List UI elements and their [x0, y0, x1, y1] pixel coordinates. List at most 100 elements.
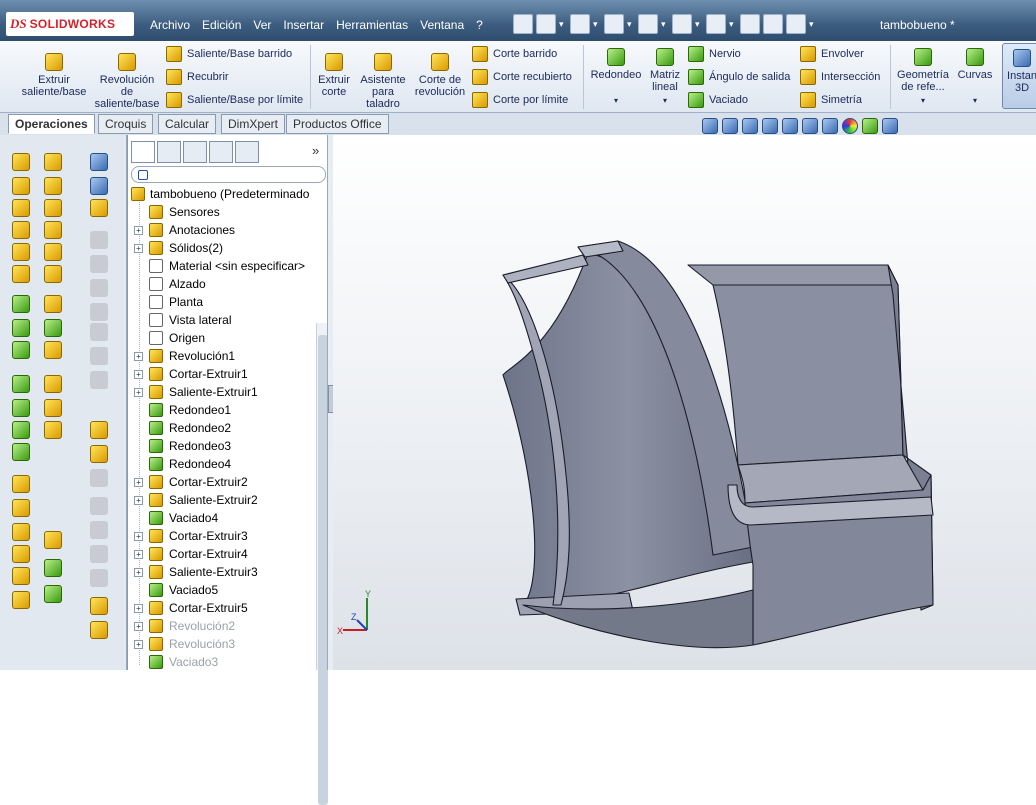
flex-icon[interactable]: [12, 545, 30, 563]
tree-item[interactable]: Material <sin especificar>: [128, 257, 314, 275]
solidworks-logo[interactable]: DS SOLIDWORKS: [6, 12, 134, 36]
new-document-icon[interactable]: [536, 14, 556, 34]
view-orientation-icon[interactable]: [782, 118, 798, 134]
chevron-down-icon[interactable]: ▾: [729, 19, 737, 30]
trim-surface-icon[interactable]: [44, 375, 62, 393]
menu-archivo[interactable]: Archivo: [144, 16, 196, 34]
boundary-boss-button[interactable]: Saliente/Base por límite: [166, 92, 303, 108]
tree-item[interactable]: Alzado: [128, 275, 314, 293]
extruded-cut-button[interactable]: Extruir corte: [314, 53, 354, 98]
reference-geometry-button[interactable]: Geometría de refe... ▾: [894, 48, 952, 107]
tree-item[interactable]: Vaciado4: [128, 509, 314, 527]
curves-button[interactable]: Curvas ▾: [954, 48, 996, 107]
expand-icon[interactable]: +: [134, 370, 143, 379]
draft-icon[interactable]: [12, 421, 30, 439]
lofted-boss-button[interactable]: Recubrir: [166, 69, 229, 85]
knit-surface-icon[interactable]: [44, 319, 62, 337]
instant3d-button[interactable]: Instan 3D: [1002, 43, 1036, 109]
tree-root[interactable]: tambobueno (Predeterminado: [128, 185, 314, 203]
replace-face-icon[interactable]: [44, 421, 62, 439]
tree-item[interactable]: + Cortar-Extruir3: [128, 527, 314, 545]
expand-icon[interactable]: +: [134, 622, 143, 631]
hole-wizard-button[interactable]: Asistente para taladro: [358, 53, 408, 110]
tab-calcular[interactable]: Calcular: [158, 114, 217, 134]
move-body-icon[interactable]: [12, 523, 30, 541]
previous-view-icon[interactable]: [742, 118, 758, 134]
tree-item[interactable]: Redondeo3: [128, 437, 314, 455]
wrap-button[interactable]: Envolver: [800, 46, 864, 62]
tree-item[interactable]: Redondeo1: [128, 401, 314, 419]
configuration-manager-tab-icon[interactable]: [183, 141, 207, 163]
planar-surface-icon[interactable]: [44, 243, 62, 261]
expand-icon[interactable]: +: [134, 550, 143, 559]
tree-item[interactable]: + Revolución2: [128, 617, 314, 635]
print-icon[interactable]: [638, 14, 658, 34]
tree-item[interactable]: + Sólidos(2): [128, 239, 314, 257]
hide-show-items-icon[interactable]: [822, 118, 838, 134]
draft-button[interactable]: Ángulo de salida: [688, 69, 790, 85]
expand-panel-icon[interactable]: »: [312, 143, 319, 158]
zoom-to-fit-icon[interactable]: [702, 118, 718, 134]
edit-appearance-icon[interactable]: [842, 118, 858, 134]
tree-item[interactable]: Vaciado5: [128, 581, 314, 599]
save-icon[interactable]: [604, 14, 624, 34]
tree-item[interactable]: + Saliente-Extruir2: [128, 491, 314, 509]
pattern-icon[interactable]: [12, 341, 30, 359]
options-icon[interactable]: [786, 14, 806, 34]
surface-loft-icon[interactable]: [44, 221, 62, 239]
menu-insertar[interactable]: Insertar: [277, 16, 330, 34]
view-rotate-icon[interactable]: [90, 199, 108, 217]
rib-button[interactable]: Nervio: [688, 46, 741, 62]
cut-with-surface-icon[interactable]: [44, 531, 62, 549]
linear-pattern-button[interactable]: Matriz lineal ▾: [646, 48, 684, 107]
rib-icon[interactable]: [12, 399, 30, 417]
dimxpert-manager-tab-icon[interactable]: [209, 141, 233, 163]
view-settings-icon[interactable]: [882, 118, 898, 134]
chevron-down-icon[interactable]: ▾: [646, 95, 684, 107]
chevron-down-icon[interactable]: ▾: [588, 95, 644, 107]
fillet-icon[interactable]: [12, 295, 30, 313]
intersect-button[interactable]: Intersección: [800, 69, 880, 85]
part-model[interactable]: [502, 240, 934, 649]
thicken-icon[interactable]: [12, 265, 30, 283]
tree-item[interactable]: + Cortar-Extruir1: [128, 365, 314, 383]
extend-surface-icon[interactable]: [44, 295, 62, 313]
shell-button[interactable]: Vaciado: [688, 92, 748, 108]
surface-revolve-icon[interactable]: [44, 177, 62, 195]
swept-cut-button[interactable]: Corte barrido: [472, 46, 557, 62]
expand-icon[interactable]: +: [134, 478, 143, 487]
decal-icon[interactable]: [90, 621, 108, 639]
fillet-button[interactable]: Redondeo ▾: [588, 48, 644, 107]
chevron-down-icon[interactable]: ▾: [559, 19, 567, 30]
scale-icon[interactable]: [12, 567, 30, 585]
section-view-icon[interactable]: [762, 118, 778, 134]
tree-item[interactable]: + Cortar-Extruir5: [128, 599, 314, 617]
surface-sweep-icon[interactable]: [44, 199, 62, 217]
cosmetic-thread-icon[interactable]: [90, 445, 108, 463]
expand-icon[interactable]: +: [134, 532, 143, 541]
menu-herramientas[interactable]: Herramientas: [330, 16, 414, 34]
chevron-down-icon[interactable]: ▾: [593, 19, 601, 30]
tree-item[interactable]: + Revolución1: [128, 347, 314, 365]
tree-item[interactable]: Redondeo4: [128, 455, 314, 473]
traffic-light-icon[interactable]: [740, 14, 760, 34]
view-iso-icon[interactable]: [90, 177, 108, 195]
shell-icon[interactable]: [12, 375, 30, 393]
tab-productos-office[interactable]: Productos Office: [286, 114, 389, 134]
expand-icon[interactable]: +: [134, 568, 143, 577]
surface-extrude-icon[interactable]: [44, 153, 62, 171]
display-style-icon[interactable]: [802, 118, 818, 134]
revolved-cut-button[interactable]: Corte de revolución: [412, 53, 468, 98]
hole-icon[interactable]: [90, 421, 108, 439]
expand-icon[interactable]: +: [134, 244, 143, 253]
tab-dimxpert[interactable]: DimXpert: [221, 114, 286, 134]
feature-tree-tab-icon[interactable]: [131, 141, 155, 163]
open-folder-icon[interactable]: [570, 14, 590, 34]
view-front-icon[interactable]: [90, 153, 108, 171]
undo-icon[interactable]: [672, 14, 692, 34]
tab-operaciones[interactable]: Operaciones: [8, 114, 95, 134]
chevron-down-icon[interactable]: ▾: [954, 95, 996, 107]
feature-tree-filter-input[interactable]: [131, 166, 326, 183]
loft-icon[interactable]: [12, 221, 30, 239]
delete-face-icon[interactable]: [44, 399, 62, 417]
